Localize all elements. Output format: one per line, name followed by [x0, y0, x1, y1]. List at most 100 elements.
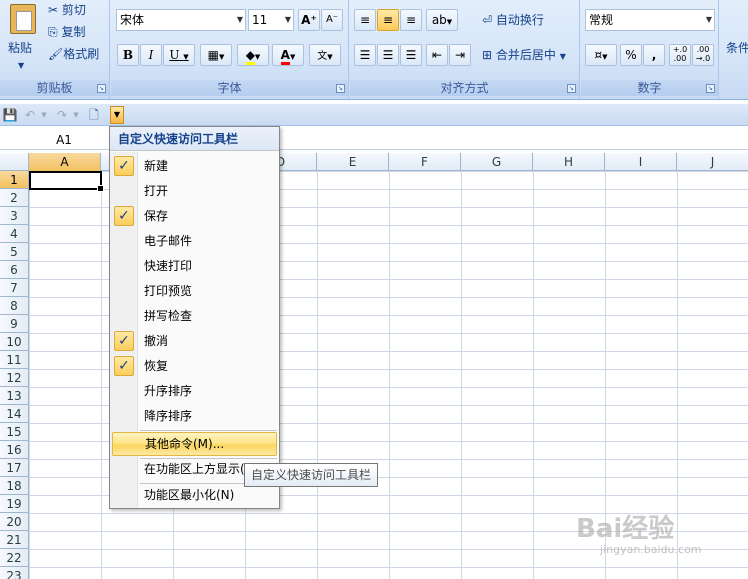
align-left-button[interactable]: ☰	[354, 44, 376, 66]
watermark-logo: Bai经验	[576, 514, 675, 544]
font-launcher-icon[interactable]: ↘	[336, 84, 345, 93]
bold-button[interactable]: B	[117, 44, 139, 66]
copy-button[interactable]: ⎘ 复制	[48, 22, 85, 42]
decrease-indent-button[interactable]: ⇤	[426, 44, 448, 66]
active-cell[interactable]	[29, 171, 104, 192]
phonetic-icon: 文	[317, 51, 328, 62]
grow-font-button[interactable]: A⁺	[298, 9, 320, 31]
column-header[interactable]: J	[677, 153, 748, 171]
format-painter-button[interactable]: 🖌格式刷	[48, 44, 99, 64]
row-header[interactable]: 9	[0, 315, 29, 333]
phonetic-button[interactable]: 文▼	[309, 44, 341, 66]
row-header[interactable]: 1	[0, 171, 29, 189]
column-header[interactable]: G	[461, 153, 533, 171]
cut-button[interactable]: ✂ 剪切	[48, 0, 86, 20]
column-header[interactable]: I	[605, 153, 677, 171]
wrap-text-button[interactable]: ⏎ 自动换行	[482, 10, 544, 30]
save-icon[interactable]: 💾	[2, 107, 18, 123]
number-launcher-icon[interactable]: ↘	[706, 84, 715, 93]
menu-item-save[interactable]: ✓ 保存	[112, 204, 277, 228]
menu-item-open[interactable]: 打开	[112, 179, 277, 203]
font-color-button[interactable]: A▼	[272, 44, 304, 66]
orientation-icon: ab	[431, 13, 447, 27]
align-bottom-button[interactable]: ≡	[400, 9, 422, 31]
row-header[interactable]: 18	[0, 477, 29, 495]
menu-item-redo[interactable]: ✓ 恢复	[112, 354, 277, 378]
menu-item-sort-ascending[interactable]: 升序排序	[112, 379, 277, 403]
row-header[interactable]: 19	[0, 495, 29, 513]
column-header[interactable]: E	[317, 153, 389, 171]
row-header[interactable]: 13	[0, 387, 29, 405]
select-all-corner[interactable]	[0, 153, 29, 171]
column-header[interactable]: A	[29, 153, 101, 171]
row-header[interactable]: 6	[0, 261, 29, 279]
align-middle-button[interactable]: ≡	[377, 9, 399, 31]
menu-item-spelling[interactable]: 拼写检查	[112, 304, 277, 328]
clipboard-launcher-icon[interactable]: ↘	[97, 84, 106, 93]
conditional-format-button[interactable]: 条件	[726, 38, 748, 58]
italic-button[interactable]: I	[140, 44, 162, 66]
row-header[interactable]: 5	[0, 243, 29, 261]
alignment-launcher-icon[interactable]: ↘	[567, 84, 576, 93]
number-format-combo[interactable]: 常规 ▼	[585, 9, 715, 31]
paste-button[interactable]: 粘贴	[8, 38, 32, 58]
row-header[interactable]: 21	[0, 531, 29, 549]
menu-item-more-commands[interactable]: 其他命令(M)...	[112, 432, 277, 456]
fill-color-button[interactable]: ◆▼	[237, 44, 269, 66]
checkmark-icon: ✓	[114, 356, 134, 376]
row-header[interactable]: 14	[0, 405, 29, 423]
row-header[interactable]: 22	[0, 549, 29, 567]
merge-center-button[interactable]: ⊞ 合并后居中 ▼	[482, 45, 566, 65]
font-name-combo[interactable]: 宋体 ▼	[116, 9, 246, 31]
row-header[interactable]: 20	[0, 513, 29, 531]
column-header[interactable]: H	[533, 153, 605, 171]
percent-button[interactable]: %	[620, 44, 642, 66]
new-document-icon[interactable]: 🗋	[86, 107, 102, 123]
row-header[interactable]: 11	[0, 351, 29, 369]
menu-item-email[interactable]: 电子邮件	[112, 229, 277, 253]
menu-item-label: 打开	[144, 184, 169, 198]
align-middle-icon: ≡	[382, 13, 394, 27]
increase-decimal-button[interactable]: +.0 .00	[669, 44, 691, 66]
row-header[interactable]: 12	[0, 369, 29, 387]
indent-icon: ⇥	[454, 48, 466, 62]
column-header[interactable]: F	[389, 153, 461, 171]
row-header[interactable]: 3	[0, 207, 29, 225]
format-painter-label: 格式刷	[63, 47, 100, 61]
menu-item-print-preview[interactable]: 打印预览	[112, 279, 277, 303]
row-header[interactable]: 7	[0, 279, 29, 297]
shrink-font-button[interactable]: A⁻	[321, 9, 343, 31]
row-header[interactable]: 2	[0, 189, 29, 207]
row-header[interactable]: 17	[0, 459, 29, 477]
row-header[interactable]: 16	[0, 441, 29, 459]
redo-dropdown-icon[interactable]: ▼	[68, 107, 84, 123]
font-size-value: 11	[252, 13, 268, 27]
menu-item-undo[interactable]: ✓ 撤消	[112, 329, 277, 353]
menu-item-label: 拼写检查	[144, 309, 193, 323]
undo-dropdown-icon[interactable]: ▼	[36, 107, 52, 123]
border-button[interactable]: ▦▼	[200, 44, 232, 66]
align-right-button[interactable]: ☰	[400, 44, 422, 66]
underline-button[interactable]: U ▼	[163, 44, 195, 66]
comma-button[interactable]: ,	[643, 44, 665, 66]
paste-icon[interactable]	[10, 4, 36, 34]
currency-button[interactable]: ¤▼	[585, 44, 617, 66]
font-size-combo[interactable]: 11 ▼	[248, 9, 294, 31]
menu-item-new[interactable]: ✓ 新建	[112, 154, 277, 178]
row-header[interactable]: 4	[0, 225, 29, 243]
paste-dropdown-icon[interactable]: ▼	[18, 56, 24, 76]
customize-qat-dropdown-icon[interactable]: ▼	[110, 106, 124, 124]
shrink-font-label: A	[325, 14, 333, 25]
menu-item-sort-descending[interactable]: 降序排序	[112, 404, 277, 428]
row-header[interactable]: 15	[0, 423, 29, 441]
orientation-button[interactable]: ab▼	[426, 9, 458, 31]
row-header[interactable]: 8	[0, 297, 29, 315]
decrease-decimal-button[interactable]: .00 →.0	[692, 44, 714, 66]
row-header[interactable]: 23	[0, 567, 29, 579]
menu-separator	[140, 430, 277, 431]
align-center-button[interactable]: ☰	[377, 44, 399, 66]
align-top-button[interactable]: ≡	[354, 9, 376, 31]
increase-indent-button[interactable]: ⇥	[449, 44, 471, 66]
row-header[interactable]: 10	[0, 333, 29, 351]
menu-item-quick-print[interactable]: 快速打印	[112, 254, 277, 278]
